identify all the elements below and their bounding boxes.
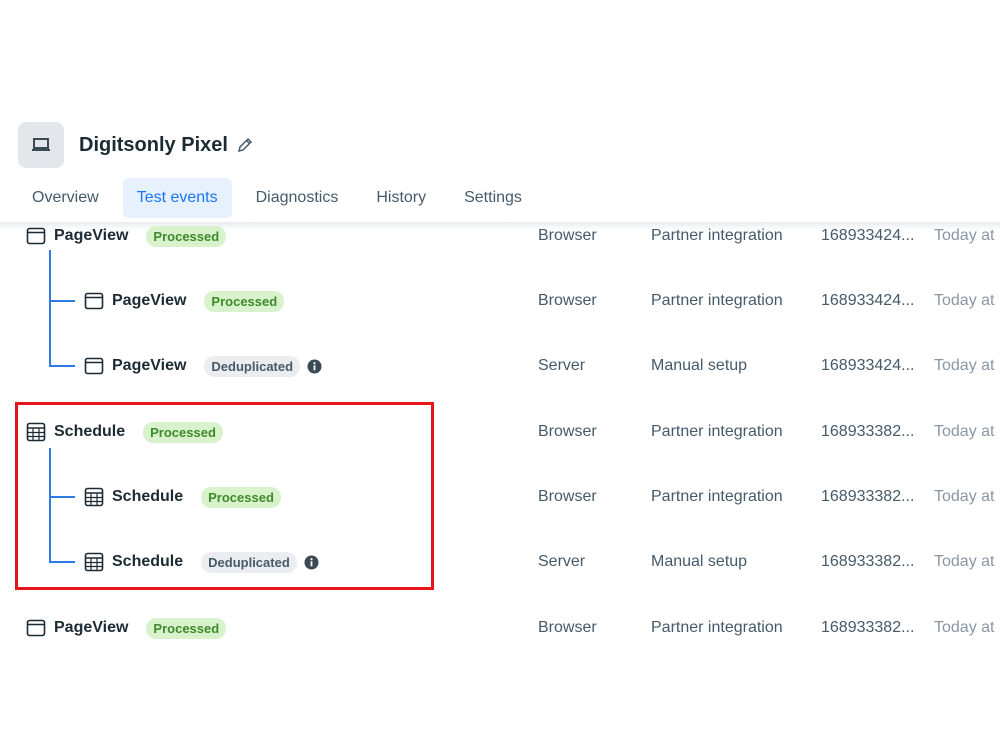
status-badge: Processed	[201, 486, 281, 508]
status-badge: Processed	[146, 225, 227, 247]
status-badge: Deduplicated	[201, 551, 297, 573]
event-row[interactable]: PageView Processed Browser Partner integ…	[0, 221, 1000, 251]
event-id: 168933424...	[821, 227, 915, 244]
event-id: 168933382...	[821, 423, 915, 440]
page-icon	[26, 618, 46, 638]
event-setup-method: Partner integration	[651, 423, 783, 440]
pixel-header: Digitsonly Pixel	[18, 122, 254, 168]
tab-history[interactable]: History	[362, 178, 440, 218]
event-name: Schedule	[112, 553, 184, 570]
laptop-icon	[18, 122, 64, 168]
event-name: Schedule	[112, 488, 184, 505]
event-setup-method: Partner integration	[651, 227, 783, 244]
status-badge: Deduplicated	[204, 355, 301, 377]
event-name: PageView	[54, 619, 129, 636]
event-source: Browser	[538, 423, 597, 440]
event-time: Today at	[934, 292, 995, 309]
event-row[interactable]: Schedule Processed Browser Partner integ…	[0, 482, 1000, 512]
tab-bar: Overview Test events Diagnostics History…	[18, 178, 546, 218]
event-time: Today at	[934, 619, 995, 636]
event-id: 168933382...	[821, 619, 915, 636]
event-source: Browser	[538, 292, 597, 309]
event-setup-method: Manual setup	[651, 553, 748, 570]
event-row[interactable]: PageView Processed Browser Partner integ…	[0, 613, 1000, 643]
event-name: PageView	[54, 227, 129, 244]
event-id: 168933424...	[821, 292, 915, 309]
status-badge: Processed	[146, 617, 227, 639]
event-setup-method: Partner integration	[651, 292, 783, 309]
page-title: Digitsonly Pixel	[79, 133, 228, 156]
event-time: Today at	[934, 357, 995, 374]
event-row[interactable]: PageView Processed Browser Partner integ…	[0, 286, 1000, 316]
event-time: Today at	[934, 488, 995, 505]
page-icon	[84, 291, 104, 311]
event-source: Browser	[538, 488, 597, 505]
event-row[interactable]: Schedule Processed Browser Partner integ…	[0, 417, 1000, 447]
calendar-grid-icon	[84, 552, 104, 572]
event-name: Schedule	[54, 423, 126, 440]
info-icon[interactable]	[307, 359, 322, 374]
event-source: Server	[538, 357, 586, 374]
tab-diagnostics[interactable]: Diagnostics	[242, 178, 353, 218]
event-row[interactable]: PageView Deduplicated Server Manual setu…	[0, 351, 1000, 381]
event-time: Today at	[934, 423, 995, 440]
event-time: Today at	[934, 553, 995, 570]
page-icon	[84, 356, 104, 376]
event-name: PageView	[112, 292, 187, 309]
status-badge: Processed	[204, 290, 285, 312]
event-source: Browser	[538, 227, 597, 244]
event-source: Server	[538, 553, 586, 570]
calendar-grid-icon	[84, 487, 104, 507]
event-time: Today at	[934, 227, 995, 244]
page-icon	[26, 226, 46, 246]
event-id: 168933424...	[821, 357, 915, 374]
event-setup-method: Partner integration	[651, 619, 783, 636]
event-id: 168933382...	[821, 488, 915, 505]
event-name: PageView	[112, 357, 187, 374]
event-row[interactable]: Schedule Deduplicated Server Manual setu…	[0, 547, 1000, 577]
status-badge: Processed	[143, 421, 223, 443]
event-source: Browser	[538, 619, 597, 636]
tab-test-events[interactable]: Test events	[122, 178, 232, 218]
info-icon[interactable]	[304, 555, 319, 570]
calendar-grid-icon	[26, 422, 46, 442]
event-setup-method: Manual setup	[651, 357, 748, 374]
event-setup-method: Partner integration	[651, 488, 783, 505]
pencil-icon[interactable]	[236, 136, 254, 154]
tab-overview[interactable]: Overview	[18, 178, 113, 218]
event-id: 168933382...	[821, 553, 915, 570]
tab-settings[interactable]: Settings	[450, 178, 536, 218]
